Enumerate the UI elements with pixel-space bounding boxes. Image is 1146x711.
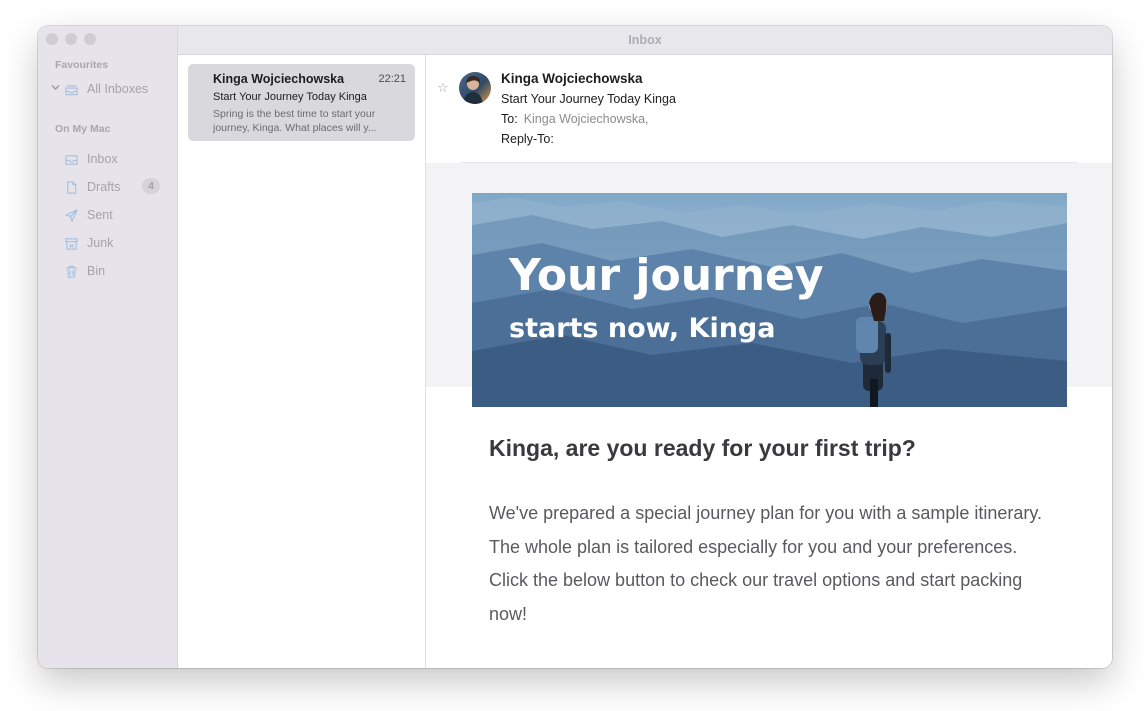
sidebar-item-label: Sent	[87, 208, 113, 222]
avatar	[459, 72, 491, 104]
trash-icon	[66, 265, 77, 278]
minimize-window-button[interactable]	[65, 33, 77, 45]
sidebar-item-label: Bin	[87, 264, 106, 278]
sidebar-item-label: Inbox	[87, 152, 118, 166]
message-time: 22:21	[378, 73, 406, 85]
sidebar-item-label: Drafts	[87, 180, 121, 194]
message-sender: Kinga Wojciechowska	[213, 72, 345, 86]
to-label: To:	[501, 112, 518, 126]
junk-box-icon	[65, 237, 78, 250]
sidebar-item-label: Junk	[87, 236, 114, 250]
to-recipient[interactable]: Kinga Wojciechowska,	[524, 112, 649, 126]
email-hero-banner: Your journey starts now, Kinga	[472, 193, 1067, 407]
tray-icon	[65, 154, 78, 165]
banner-title: Your journey	[508, 250, 824, 301]
sidebar: Favourites All Inboxes On My Mac Inbox D…	[38, 26, 178, 668]
sidebar-item-all-inboxes[interactable]: All Inboxes	[64, 79, 148, 99]
message-list: Kinga Wojciechowska 22:21 Start Your Jou…	[178, 55, 426, 668]
sidebar-item-label: All Inboxes	[87, 82, 149, 96]
close-window-button[interactable]	[46, 33, 58, 45]
sidebar-item-drafts[interactable]: Drafts	[64, 177, 120, 197]
chevron-down-icon[interactable]	[51, 83, 60, 92]
message-from: Kinga Wojciechowska	[501, 71, 643, 86]
message-subject-header: Start Your Journey Today Kinga	[501, 92, 676, 106]
email-heading: Kinga, are you ready for your first trip…	[489, 435, 916, 461]
sidebar-item-junk[interactable]: Junk	[64, 233, 113, 253]
star-icon[interactable]: ☆	[437, 80, 449, 96]
paper-plane-icon	[65, 208, 78, 222]
message-to: To: Kinga Wojciechowska,	[501, 112, 649, 126]
banner-subtitle: starts now, Kinga	[509, 313, 775, 344]
window-title: Inbox	[628, 33, 662, 47]
zoom-window-button[interactable]	[84, 33, 96, 45]
window-controls	[46, 33, 96, 45]
message-list-item[interactable]: Kinga Wojciechowska 22:21 Start Your Jou…	[188, 64, 415, 141]
title-bar: Inbox	[178, 26, 1112, 55]
message-preview: Spring is the best time to start your jo…	[213, 108, 377, 134]
message-subject: Start Your Journey Today Kinga	[213, 91, 367, 103]
on-my-mac-section-title: On My Mac	[55, 123, 111, 135]
reading-pane: ☆ Kinga Wojciechowska Start Your Journey…	[426, 55, 1112, 668]
drafts-count-badge: 4	[142, 178, 160, 194]
sidebar-item-bin[interactable]: Bin	[64, 261, 105, 281]
document-icon	[67, 180, 77, 194]
favourites-section-title: Favourites	[55, 59, 109, 71]
reply-to-label: Reply-To:	[501, 132, 554, 146]
sidebar-item-sent[interactable]: Sent	[64, 205, 113, 225]
sidebar-item-inbox[interactable]: Inbox	[64, 149, 118, 169]
mail-window: Favourites All Inboxes On My Mac Inbox D…	[38, 26, 1112, 668]
tray-stack-icon	[65, 84, 78, 95]
email-body-text: We've prepared a special journey plan fo…	[489, 503, 1043, 624]
